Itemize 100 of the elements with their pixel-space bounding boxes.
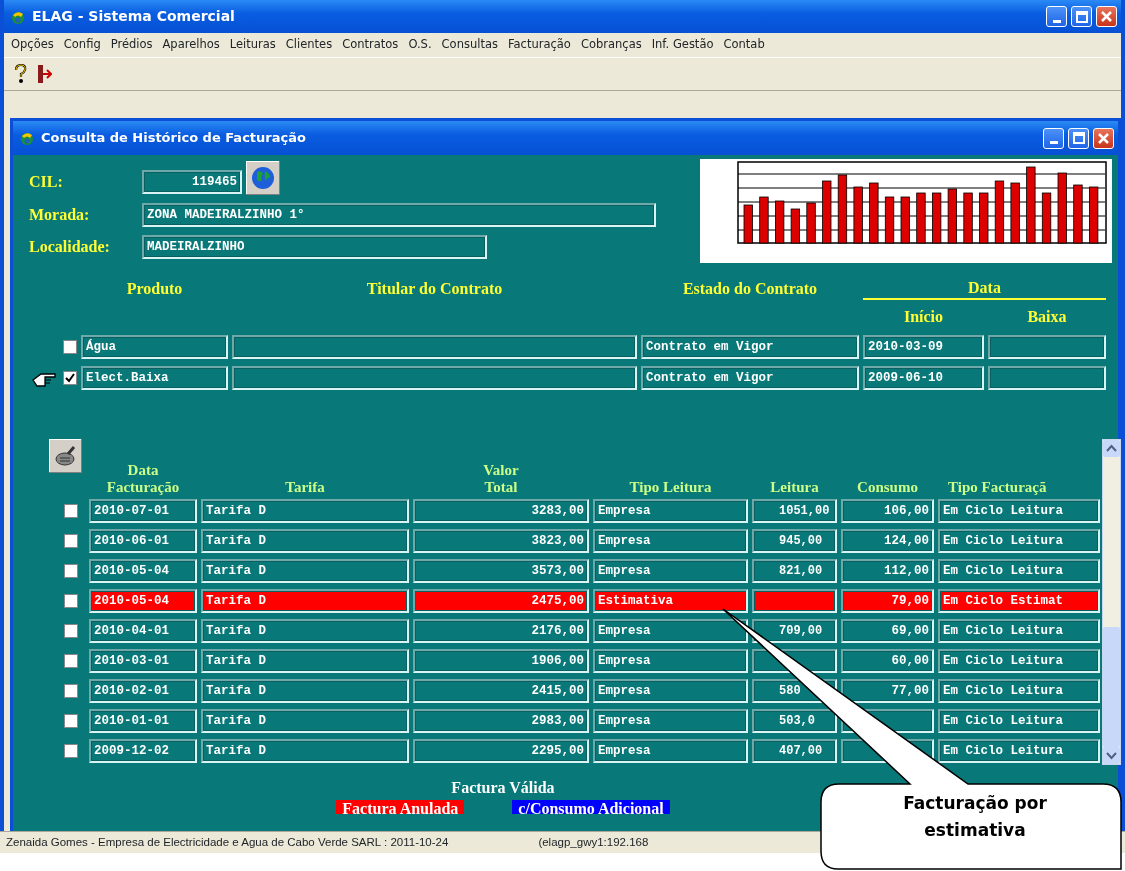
checkbox[interactable] <box>63 371 77 385</box>
checkbox[interactable] <box>64 594 78 608</box>
table-cell: Tarifa D <box>201 619 409 643</box>
exit-door-icon[interactable] <box>36 64 52 84</box>
checkmark-icon <box>65 373 75 383</box>
scrollbar-thumb[interactable] <box>1103 627 1120 747</box>
checkbox[interactable] <box>64 624 78 638</box>
table-cell: Em Ciclo Leitura <box>938 499 1100 523</box>
column-header: Tipo Leitura <box>628 478 713 496</box>
table-cell: 1906,00 <box>413 649 589 673</box>
table-cell: 2010-05-04 <box>89 559 197 583</box>
input-field[interactable]: 119465 <box>142 170 242 194</box>
table-cell: 2010-01-01 <box>89 709 197 733</box>
close-icon <box>1098 132 1109 144</box>
column-header: Leitura <box>769 478 820 496</box>
table-cell: Tarifa D <box>201 559 409 583</box>
table-cell: 2010-03-09 <box>863 335 984 359</box>
checkbox[interactable] <box>64 504 78 518</box>
window-title: ELAG - Sistema Comercial <box>32 7 235 26</box>
close-button[interactable] <box>1096 6 1117 27</box>
checkbox[interactable] <box>64 534 78 548</box>
table-cell: 2010-05-04 <box>89 589 197 613</box>
maximize-button[interactable] <box>1068 127 1089 149</box>
legend-label: Factura Anulada <box>336 800 465 814</box>
table-cell: 503,0 <box>752 709 837 733</box>
table-cell: 2176,00 <box>413 619 589 643</box>
print-button[interactable] <box>49 439 82 473</box>
checkbox[interactable] <box>64 684 78 698</box>
table-cell: 407,00 <box>752 739 837 763</box>
table-cell: 2010-02-01 <box>89 679 197 703</box>
menu-item[interactable]: Consultas <box>436 36 503 54</box>
checkbox[interactable] <box>64 744 78 758</box>
checkbox[interactable] <box>64 564 78 578</box>
column-header: Titular do Contrato <box>365 279 504 299</box>
menu-item[interactable]: O.S. <box>403 36 437 54</box>
table-cell: Tarifa D <box>201 709 409 733</box>
menu-item[interactable]: Cobranças <box>575 36 647 54</box>
globe-icon <box>250 165 276 191</box>
table-cell: 2475,00 <box>413 589 589 613</box>
menu-item[interactable]: Leituras <box>224 36 281 54</box>
field-label: Morada: <box>29 205 91 225</box>
status-text: (elagp_gwy1:192.168 <box>537 834 650 850</box>
app-logo-icon <box>19 130 35 146</box>
column-header: Baixa <box>1026 307 1068 327</box>
table-cell: 2010-03-01 <box>89 649 197 673</box>
minimize-button[interactable] <box>1046 6 1067 27</box>
table-cell: Empresa <box>593 499 748 523</box>
table-cell: 3283,00 <box>413 499 589 523</box>
menu-item[interactable]: Opções <box>6 36 59 54</box>
table-cell: 3823,00 <box>413 529 589 553</box>
checkbox[interactable] <box>64 654 78 668</box>
globe-button[interactable] <box>246 161 280 195</box>
status-text: Zenaida Gomes - Empresa de Electricidade e Agua de Cabo Verde SARL : 2011-10-24 <box>5 834 450 850</box>
scroll-down-icon[interactable] <box>1103 747 1120 764</box>
checkbox[interactable] <box>64 714 78 728</box>
table-cell: Em Ciclo Estimat <box>938 589 1100 613</box>
column-header: Valor Total <box>482 461 520 496</box>
table-cell: Água <box>81 335 228 359</box>
scroll-up-icon[interactable] <box>1103 440 1120 457</box>
help-icon[interactable] <box>12 64 28 84</box>
menu-item[interactable]: Prédios <box>105 36 158 54</box>
table-cell: Estimativa <box>593 589 748 613</box>
table-cell: 2295,00 <box>413 739 589 763</box>
table-cell: 2010-07-01 <box>89 499 197 523</box>
table-cell: Em Ciclo Leitura <box>938 709 1100 733</box>
menu-item[interactable]: Clientes <box>280 36 338 54</box>
column-header: Consumo <box>856 478 919 496</box>
menu-item[interactable]: Aparelhos <box>157 36 225 54</box>
menu-item[interactable]: Config <box>58 36 106 54</box>
input-field[interactable]: MADEIRALZINHO <box>142 235 487 259</box>
table-cell: 69,00 <box>841 619 934 643</box>
menu-item[interactable]: Contab <box>718 36 770 54</box>
table-cell: Tarifa D <box>201 499 409 523</box>
table-cell: Empresa <box>593 529 748 553</box>
table-cell: 1051,00 <box>752 499 837 523</box>
table-cell: 821,00 <box>752 559 837 583</box>
table-cell: Em Ciclo Leitura <box>938 559 1100 583</box>
table-cell: 106,00 <box>841 499 934 523</box>
menu-item[interactable]: Contratos <box>337 36 404 54</box>
column-header: Início <box>902 307 945 327</box>
table-cell: Empresa <box>593 649 748 673</box>
table-cell: Tarifa D <box>201 589 409 613</box>
close-button[interactable] <box>1093 127 1114 149</box>
table-cell: Empresa <box>593 679 748 703</box>
table-cell: Tarifa D <box>201 739 409 763</box>
window-title: Consulta de Histórico de Facturação <box>41 129 306 148</box>
table-cell: Tarifa D <box>201 679 409 703</box>
minimize-button[interactable] <box>1043 127 1064 149</box>
minimize-icon <box>1049 141 1058 144</box>
table-cell: 2009-12-02 <box>89 739 197 763</box>
menu-item[interactable]: Inf. Gestão <box>646 36 719 54</box>
scrollbar[interactable] <box>1102 439 1121 765</box>
checkbox[interactable] <box>63 340 77 354</box>
maximize-button[interactable] <box>1071 6 1092 27</box>
menu-item[interactable]: Facturação <box>502 36 576 54</box>
input-field[interactable]: ZONA MADEIRALZINHO 1° <box>142 203 656 227</box>
legend-label: c/Consumo Adicional <box>512 800 670 814</box>
table-cell: Em Ciclo Leitura <box>938 529 1100 553</box>
column-header: Produto <box>125 279 184 299</box>
close-icon <box>1101 11 1112 22</box>
